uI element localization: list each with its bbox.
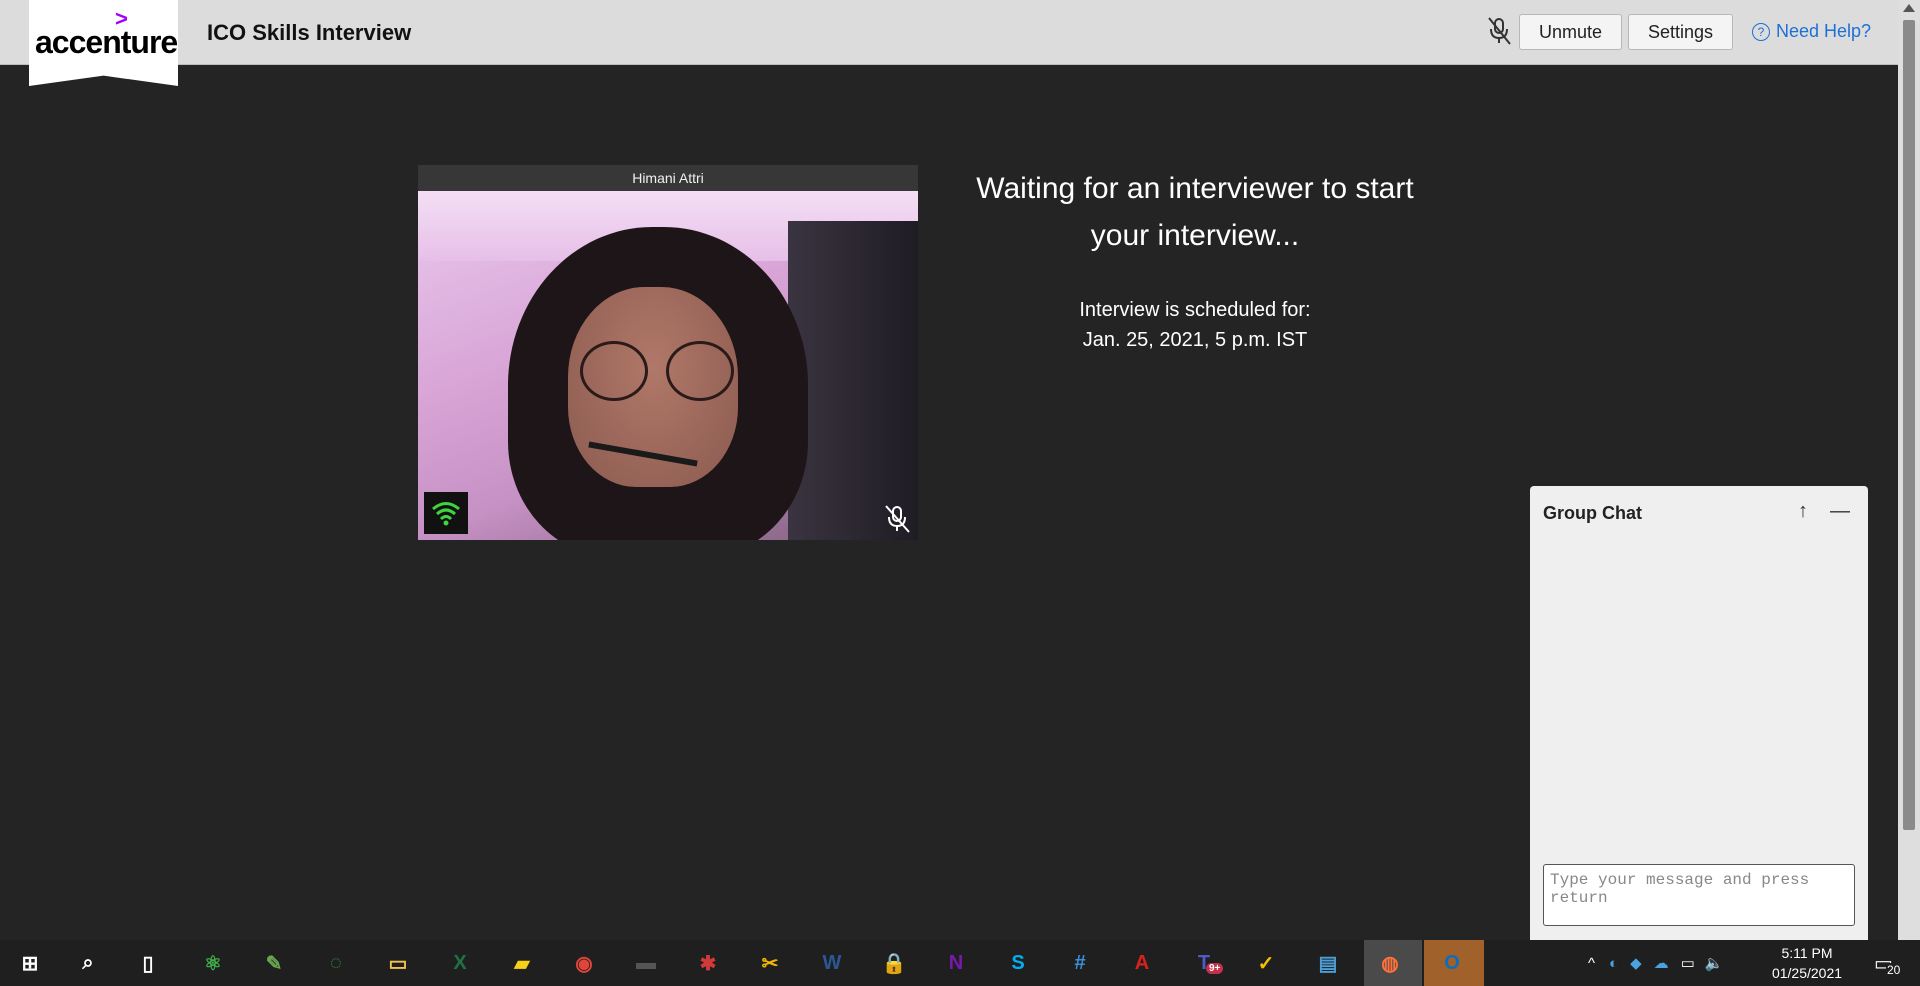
page-title: ICO Skills Interview: [207, 20, 412, 45]
taskbar-outlook-icon[interactable]: O: [1436, 947, 1468, 979]
waiting-line-1: Waiting for an interviewer to start: [976, 172, 1414, 205]
camera-feed: [418, 191, 918, 540]
taskbar-search-icon[interactable]: ⌕: [72, 947, 104, 979]
chat-message-input[interactable]: [1543, 864, 1855, 926]
taskbar-onenote-icon[interactable]: N: [940, 947, 972, 979]
unmute-button[interactable]: Unmute: [1519, 14, 1622, 50]
participant-name: Himani Attri: [418, 165, 918, 191]
minimize-icon[interactable]: —: [1830, 500, 1850, 523]
waiting-message: Waiting for an interviewer to start your…: [940, 165, 1450, 259]
taskbar-snip-icon[interactable]: ✂: [754, 947, 786, 979]
taskbar-lock-app-icon[interactable]: 🔒: [878, 947, 910, 979]
taskbar-web-app-icon[interactable]: ✱: [692, 947, 724, 979]
taskbar-word-icon[interactable]: W: [816, 947, 848, 979]
windows-taskbar: ⊞ ⌕ ▯ ⚛ ✎ ◌ ▭ X ▰ ◉ ▬ ✱ ✂ W 🔒 N S # A T 9+ ✓ ▤ ◍ O ^ ◐ ◆ ☁ ▭ 🔈 5…: [0, 940, 1920, 986]
scroll-thumb[interactable]: [1903, 20, 1915, 830]
taskbar-skype-icon[interactable]: S: [1002, 947, 1034, 979]
taskbar-start-icon[interactable]: ⊞: [14, 947, 46, 979]
taskbar-snipping-grid-icon[interactable]: #: [1064, 947, 1096, 979]
tray-battery-icon[interactable]: ▭: [1681, 954, 1695, 972]
chat-title: Group Chat: [1543, 503, 1642, 523]
teams-badge: 9+: [1206, 963, 1224, 974]
expand-arrow-icon[interactable]: ↑: [1798, 500, 1808, 523]
app-header: ICO Skills Interview Unmute Settings ? N…: [0, 0, 1898, 65]
taskbar-terminal-icon[interactable]: ▬: [630, 947, 662, 979]
taskbar-task-view-icon[interactable]: ▯: [132, 947, 164, 979]
tray-volume-icon[interactable]: 🔈: [1705, 954, 1724, 972]
tray-onedrive-icon[interactable]: ☁: [1654, 954, 1669, 972]
tray-edge-icon[interactable]: ◐: [1609, 955, 1618, 972]
taskbar-excel-icon[interactable]: X: [444, 947, 476, 979]
clock-time: 5:11 PM: [1781, 945, 1833, 961]
taskbar-contacts-icon[interactable]: ▤: [1312, 947, 1344, 979]
settings-button[interactable]: Settings: [1628, 14, 1733, 50]
mic-off-icon[interactable]: [1486, 16, 1512, 46]
taskbar-norton-icon[interactable]: ✓: [1250, 947, 1282, 979]
tray-chevron-up-icon[interactable]: ^: [1588, 955, 1595, 972]
taskbar-firefox-icon[interactable]: ◍: [1374, 947, 1406, 979]
taskbar-loader-icon[interactable]: ◌: [320, 947, 352, 979]
schedule-label: Interview is scheduled for:: [1079, 299, 1311, 321]
system-clock[interactable]: 5:11 PM 01/25/2021: [1752, 943, 1862, 983]
taskbar-acrobat-icon[interactable]: A: [1126, 947, 1158, 979]
waiting-line-2: your interview...: [1090, 219, 1300, 252]
scroll-up-arrow-icon[interactable]: [1903, 4, 1915, 12]
taskbar-atom-icon[interactable]: ⚛: [197, 947, 229, 979]
tray-dropbox-icon[interactable]: ◆: [1630, 954, 1642, 972]
group-chat-panel: Group Chat ↑ —: [1530, 486, 1868, 940]
notification-center-icon[interactable]: ▭ 20: [1872, 949, 1902, 977]
need-help-link[interactable]: ? Need Help?: [1752, 21, 1871, 42]
accenture-logo: > accenture: [29, 0, 178, 86]
system-tray: ^ ◐ ◆ ☁ ▭ 🔈: [1588, 940, 1724, 986]
mic-off-icon: [885, 505, 910, 533]
page-scrollbar[interactable]: [1898, 0, 1920, 940]
need-help-label: Need Help?: [1776, 21, 1872, 41]
taskbar-teams-icon[interactable]: T 9+: [1188, 947, 1224, 979]
notification-count: 20: [1886, 963, 1902, 977]
taskbar-sticky-notes-icon[interactable]: ▰: [506, 947, 538, 979]
taskbar-paint-icon[interactable]: ✎: [258, 947, 290, 979]
help-icon: ?: [1752, 22, 1770, 41]
self-video-tile: Himani Attri: [418, 165, 918, 540]
wifi-icon: [424, 492, 468, 534]
schedule-value: Jan. 25, 2021, 5 p.m. IST: [1082, 329, 1308, 351]
logo-text: accenture: [35, 24, 178, 60]
taskbar-file-explorer-icon[interactable]: ▭: [382, 947, 414, 979]
taskbar-chrome-icon[interactable]: ◉: [568, 947, 600, 979]
clock-date: 01/25/2021: [1771, 965, 1843, 981]
